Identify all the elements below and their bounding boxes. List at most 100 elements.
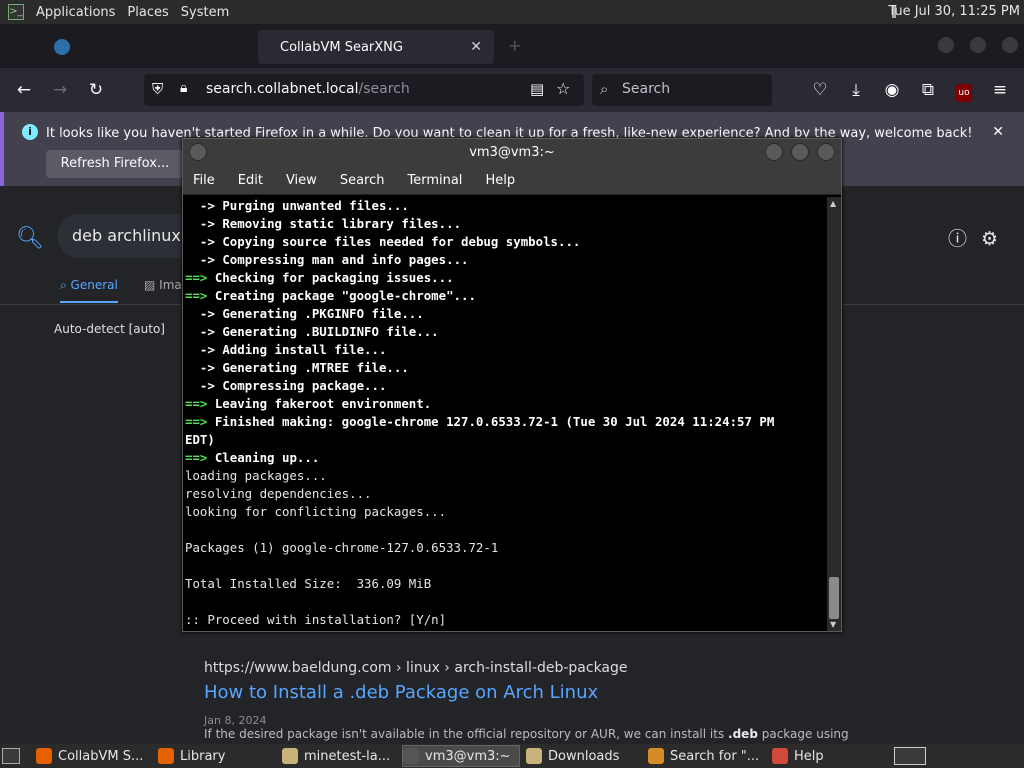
menu-places[interactable]: Places [121, 0, 174, 24]
result-snippet: If the desired package isn't available i… [204, 727, 849, 741]
tab-active[interactable]: CollabVM SearXNG ✕ [258, 30, 494, 64]
tab-images[interactable]: ▨ Ima [144, 278, 182, 292]
tab-inactive[interactable] [40, 30, 256, 64]
firefox-icon [36, 748, 52, 764]
tab-images-label: Ima [159, 278, 182, 292]
terminal-line [185, 593, 827, 611]
terminal-line: -> Compressing package... [185, 377, 827, 395]
searxng-search-icon[interactable]: 🔍︎ [16, 226, 44, 251]
workspace-switcher[interactable] [894, 747, 926, 765]
minimize-button[interactable] [765, 143, 783, 161]
scroll-up-icon[interactable]: ▲ [830, 199, 836, 208]
new-tab-icon[interactable]: + [508, 36, 521, 55]
terminal-app-icon[interactable]: >_ [8, 4, 24, 20]
scroll-down-icon[interactable]: ▼ [830, 620, 836, 629]
snippet-bold: .deb [728, 727, 758, 741]
search-bar[interactable]: ⌕ Search [592, 74, 772, 106]
result-url[interactable]: https://www.baeldung.com › linux › arch-… [204, 660, 628, 676]
snippet-post: package using [757, 727, 849, 741]
result-crumbs: › linux › arch-install-deb-package [396, 660, 628, 676]
result-title-link[interactable]: How to Install a .deb Package on Arch Li… [204, 682, 598, 703]
close-window-button[interactable] [1002, 37, 1018, 53]
terminal-window: vm3@vm3:~ File Edit View Search Terminal… [182, 138, 842, 632]
scrollbar-thumb[interactable] [829, 577, 839, 619]
hamburger-menu-icon[interactable]: ≡ [986, 76, 1014, 104]
terminal-output[interactable]: -> Purging unwanted files... -> Removing… [185, 197, 827, 631]
close-icon[interactable]: ✕ [992, 124, 1004, 140]
firefox-icon [158, 748, 174, 764]
menu-edit[interactable]: Edit [238, 173, 263, 188]
folder-icon [526, 748, 542, 764]
reload-icon[interactable]: ↻ [82, 76, 110, 104]
taskbar-task[interactable]: minetest-la... [282, 745, 396, 767]
terminal-line-text: resolving dependencies... [185, 486, 372, 501]
terminal-line: :: Proceed with installation? [Y/n] [185, 611, 827, 629]
terminal-titlebar[interactable]: vm3@vm3:~ [183, 139, 841, 167]
taskbar-task[interactable]: CollabVM S... [36, 745, 154, 767]
terminal-line [185, 557, 827, 575]
language-select[interactable]: Auto-detect [auto] [54, 322, 165, 336]
terminal-line: -> Adding install file... [185, 341, 827, 359]
bookmark-star-icon[interactable]: ☆ [556, 79, 570, 98]
info-icon: i [22, 124, 38, 140]
terminal-line: -> Purging unwanted files... [185, 197, 827, 215]
refresh-firefox-button[interactable]: Refresh Firefox... [46, 150, 184, 178]
clock[interactable]: Tue Jul 30, 11:25 PM [888, 0, 1020, 24]
terminal-scrollbar[interactable]: ▲ ▼ [827, 197, 841, 631]
ublock-icon[interactable]: uo [950, 76, 978, 104]
menu-search[interactable]: Search [340, 173, 385, 188]
close-button[interactable] [817, 143, 835, 161]
menu-help[interactable]: Help [485, 173, 515, 188]
menu-terminal[interactable]: Terminal [407, 173, 462, 188]
terminal-line: -> Copying source files needed for debug… [185, 233, 827, 251]
taskbar-task-label: Downloads [548, 748, 620, 764]
taskbar-task-label: CollabVM S... [58, 748, 144, 764]
terminal-line-prefix: -> [185, 234, 223, 249]
terminal-line: Packages (1) google-chrome-127.0.6533.72… [185, 539, 827, 557]
tab-general[interactable]: ⌕ General [60, 278, 118, 303]
taskbar-task[interactable]: Search for "... [648, 745, 766, 767]
terminal-line: ==> Creating package "google-chrome"... [185, 287, 827, 305]
menu-system[interactable]: System [175, 0, 235, 24]
taskbar-task[interactable]: Help [772, 745, 872, 767]
forward-arrow-icon[interactable]: → [46, 76, 74, 104]
terminal-line: ==> Finished making: google-chrome 127.0… [185, 413, 827, 431]
search-input[interactable]: deb archlinux [58, 214, 188, 258]
terminal-line-prefix: ==> [185, 396, 215, 411]
pocket-icon[interactable]: ♡ [806, 76, 834, 104]
extensions-icon[interactable]: ⧉ [914, 76, 942, 104]
terminal-line: loading packages... [185, 467, 827, 485]
menu-applications[interactable]: Applications [30, 0, 121, 24]
terminal-line-text: looking for conflicting packages... [185, 504, 447, 519]
terminal-line-text: Compressing man and info pages... [222, 252, 469, 267]
lock-icon[interactable]: 🔒︎ [180, 80, 187, 96]
terminal-line-text: Creating package "google-chrome"... [214, 288, 476, 303]
terminal-line: EDT) [185, 431, 827, 449]
reader-view-icon[interactable]: ▤ [530, 80, 544, 98]
menu-view[interactable]: View [286, 173, 317, 188]
shield-icon[interactable]: ⛨ [152, 80, 163, 98]
terminal-line-prefix: -> [185, 306, 223, 321]
terminal-line: -> Generating .PKGINFO file... [185, 305, 827, 323]
terminal-line-text: Generating .MTREE file... [222, 360, 409, 375]
menu-file[interactable]: File [193, 173, 215, 188]
taskbar-task[interactable]: Downloads [526, 745, 642, 767]
url-domain: search.collabnet.local [206, 81, 359, 97]
taskbar-task[interactable]: vm3@vm3:~ [402, 745, 520, 767]
back-arrow-icon[interactable]: ← [10, 76, 38, 104]
url-bar[interactable]: ⛨ 🔒︎ search.collabnet.local/search ▤ ☆ [144, 74, 584, 106]
taskbar-task-label: Search for "... [670, 748, 760, 764]
minimize-window-button[interactable] [938, 37, 954, 53]
taskbar-task[interactable]: Library [158, 745, 276, 767]
maximize-window-button[interactable] [970, 37, 986, 53]
info-circle-icon[interactable]: ⓘ [948, 228, 967, 250]
terminal-line-text: loading packages... [185, 468, 327, 483]
downloads-icon[interactable]: ⤓ [842, 76, 870, 104]
gear-icon[interactable]: ⚙ [981, 228, 998, 250]
account-icon[interactable]: ◉ [878, 76, 906, 104]
show-desktop-button[interactable] [2, 748, 20, 764]
result-domain: https://www.baeldung.com [204, 660, 392, 676]
maximize-button[interactable] [791, 143, 809, 161]
close-tab-icon[interactable]: ✕ [470, 39, 482, 55]
terminal-line-text [185, 558, 192, 573]
